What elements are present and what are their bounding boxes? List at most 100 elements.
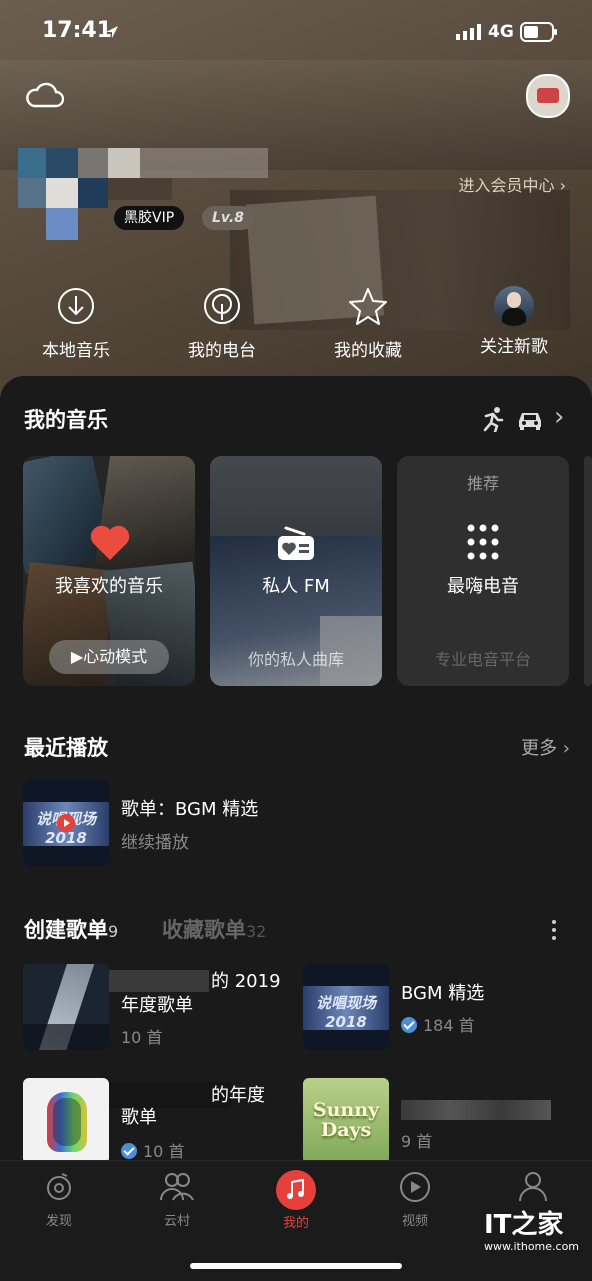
discover-icon [47,1173,71,1200]
playlist-item[interactable]: Sunny Days 9 首 [303,1078,583,1164]
tab-collected-playlists[interactable]: 收藏歌单32 [162,914,266,944]
watermark-brand: IT之家 [484,1210,564,1240]
playlist-name-b: 歌单 [121,1107,157,1128]
heart-icon [90,525,130,560]
tab-mine[interactable]: 我的 [256,1170,336,1231]
album-art-text: 说唱现场 2018 [315,994,376,1031]
heartbeat-mode-label: 心动模式 [83,647,148,666]
playlist-name: BGM 精选 [401,983,485,1004]
star-icon [349,288,387,325]
car-icon[interactable] [516,408,544,430]
card-subtitle: 专业电音平台 [434,650,531,669]
playlist-thumb: Sunny Days [303,1078,389,1164]
quick-follow-new-songs[interactable]: 关注新歌 [454,286,574,357]
tab-count: 9 [108,922,119,941]
video-icon [400,1172,430,1202]
user-icon [519,1172,547,1202]
play-icon: ▶ [70,647,84,666]
playlist-item[interactable]: 的 2019 年度歌单 10 首 [23,964,293,1052]
tab-label: 收藏歌单 [162,918,246,942]
level-badge: Lv.8 [202,206,254,230]
tab-video[interactable]: 视频 [375,1170,455,1229]
playlist-name-a: 的 2019 [211,971,281,992]
playlist-thumb: 说唱现场 2018 [303,964,389,1050]
heartbeat-mode-button[interactable]: ▶心动模式 [49,640,169,674]
playlist-item[interactable]: 的年度 歌单 10 首 [23,1078,293,1164]
chevron-right-icon[interactable]: › [554,402,564,432]
quick-label: 本地音乐 [42,341,110,361]
podcast-icon [204,288,240,324]
recent-title: 最近播放 [24,736,108,760]
recent-thumb: 说唱现场 2018 [23,780,109,866]
verified-check-icon [401,1017,417,1033]
quick-label: 关注新歌 [480,337,548,357]
verified-check-icon [121,1143,137,1159]
card-private-fm[interactable]: 私人 FM 你的私人曲库 [210,456,382,686]
more-label: 更多 [521,738,558,759]
people-icon [160,1173,194,1201]
status-time: 17:41 [42,18,113,43]
dots-grid-icon [467,524,499,560]
playlist-name-a: 的年度 [211,1085,265,1106]
playlist-count: 9 首 [401,1132,433,1151]
recent-sub: 继续播放 [121,833,189,853]
playlist-thumb [23,964,109,1050]
redacted-name [109,970,209,992]
tab-cloud-village[interactable]: 云村 [137,1170,217,1229]
playlist-count-row: 184 首 [401,1012,475,1036]
playlist-count: 10 首 [121,1028,163,1047]
playlist-name-b: 年度歌单 [121,995,193,1016]
tab-label: 视频 [401,1214,428,1229]
recent-more-link[interactable]: 更多 › [521,734,570,760]
play-icon [57,814,75,832]
recent-item[interactable]: 说唱现场 2018 歌单：BGM 精选 继续播放 [23,780,583,868]
ithome-watermark: IT之家 www.ithome.com [484,1210,580,1264]
radio-icon [278,526,314,560]
tab-label: 我的 [282,1216,309,1231]
avatar-shortcut[interactable] [526,74,570,118]
music-note-icon [276,1170,316,1210]
member-center-link[interactable]: 进入会员中心 › [458,172,566,196]
more-vertical-icon[interactable] [546,918,562,942]
artist-avatar [494,286,534,326]
card-title: 我喜欢的音乐 [55,576,163,597]
chevron-right-icon: › [557,738,570,759]
running-icon[interactable] [480,406,506,432]
battery-icon [520,22,557,42]
recent-name: 歌单：BGM 精选 [121,799,259,820]
quick-my-favorites[interactable]: 我的收藏 [308,286,428,361]
my-music-title: 我的音乐 [24,408,108,432]
tab-created-playlists[interactable]: 创建歌单9 [24,914,118,944]
tab-label: 创建歌单 [24,918,108,942]
card-peek [584,456,592,686]
card-subtitle: 你的私人曲库 [247,650,344,669]
signal-icon [456,24,481,40]
card-title: 最嗨电音 [447,576,519,597]
member-center-label: 进入会员中心 [458,176,555,195]
playlist-thumb [23,1078,109,1164]
tab-account[interactable] [493,1170,573,1206]
redacted-name [401,1100,551,1120]
home-indicator [190,1263,402,1269]
album-art-text: Sunny Days [312,1099,380,1141]
card-liked-music[interactable]: 我喜欢的音乐 ▶心动模式 [23,456,195,686]
tab-discover[interactable]: 发现 [19,1170,99,1229]
tab-label: 云村 [163,1214,190,1229]
cloud-icon[interactable] [24,80,64,110]
quick-label: 我的收藏 [334,341,402,361]
recommend-tag: 推荐 [466,474,499,493]
download-circle-icon [58,288,94,324]
location-arrow-icon [106,26,118,38]
network-type: 4G [488,22,514,42]
vip-badge[interactable]: 黑胶VIP [114,206,185,230]
quick-local-music[interactable]: 本地音乐 [16,286,136,361]
playlist-count-row: 10 首 [121,1138,184,1162]
quick-my-radio[interactable]: 我的电台 [162,286,282,361]
watermark-url: www.ithome.com [484,1240,580,1253]
playlist-count: 184 首 [423,1016,475,1035]
card-electronic[interactable]: 推荐 最嗨电音 专业电音平台 [397,456,569,686]
tab-label: 发现 [45,1214,72,1229]
playlist-item[interactable]: 说唱现场 2018 BGM 精选 184 首 [303,964,583,1052]
chevron-right-icon: › [559,176,566,195]
tab-count: 32 [246,922,267,941]
